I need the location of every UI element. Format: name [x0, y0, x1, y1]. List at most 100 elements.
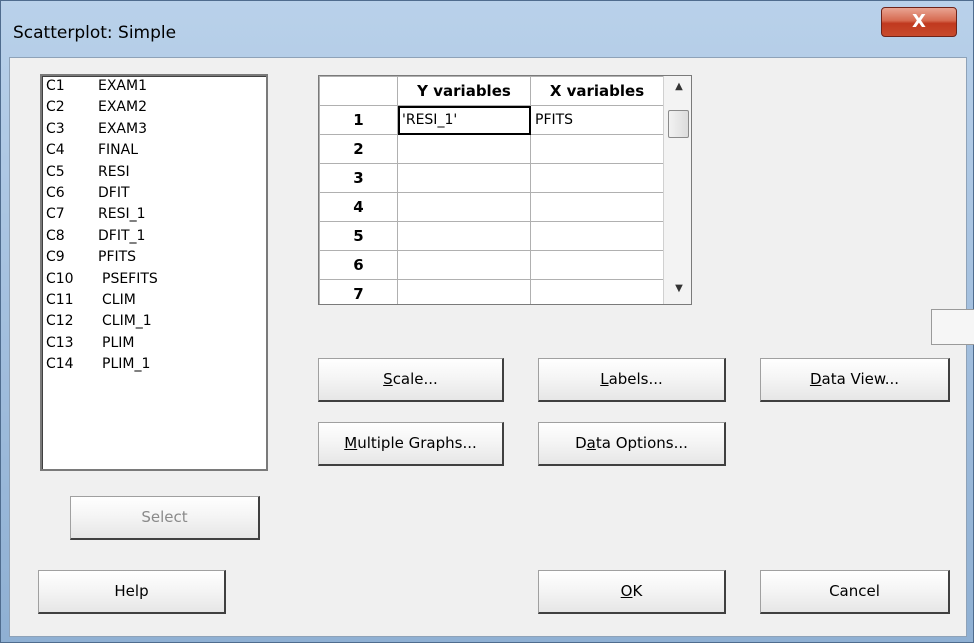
- data-view-label-post: ata View...: [821, 370, 900, 388]
- table-row: 2: [319, 134, 664, 164]
- x-variable-cell[interactable]: [530, 134, 664, 164]
- table-row: 1 'RESI_1' PFITS: [319, 105, 664, 135]
- y-variable-cell[interactable]: [397, 134, 531, 164]
- column-id: C10: [46, 270, 74, 287]
- column-name: RESI: [98, 163, 130, 180]
- background-window-edge: [931, 309, 974, 345]
- column-name: EXAM3: [98, 120, 147, 137]
- ok-label-post: K: [632, 582, 643, 600]
- column-name: PFITS: [98, 249, 137, 266]
- column-id: C8: [46, 227, 65, 244]
- scroll-thumb[interactable]: [668, 110, 689, 138]
- column-id: C4: [46, 142, 65, 159]
- y-variable-cell[interactable]: [397, 192, 531, 222]
- scale-accel-key: S: [383, 370, 393, 388]
- multiple-graphs-label-post: ultiple Graphs...: [357, 434, 477, 452]
- y-variable-cell[interactable]: 'RESI_1': [397, 105, 531, 135]
- title-bar[interactable]: Scatterplot: Simple X: [1, 1, 974, 59]
- y-variable-cell[interactable]: [397, 221, 531, 251]
- variables-grid[interactable]: Y variables X variables 1 'RESI_1' PFITS 2 3…: [318, 75, 692, 305]
- close-button[interactable]: X: [881, 7, 957, 37]
- column-name: RESI_1: [98, 206, 146, 223]
- ok-button[interactable]: OK: [538, 570, 726, 614]
- row-number: 5: [319, 221, 398, 251]
- window-title: Scatterplot: Simple: [13, 23, 177, 43]
- close-icon: X: [912, 11, 926, 32]
- column-id: C1: [46, 78, 65, 94]
- column-id: C6: [46, 184, 65, 201]
- scroll-down-icon[interactable]: ▼: [664, 278, 691, 300]
- x-variable-cell[interactable]: [530, 163, 664, 193]
- data-view-accel-key: D: [809, 370, 822, 388]
- list-item[interactable]: C1 EXAM1: [42, 76, 266, 97]
- row-number: 3: [319, 163, 398, 193]
- y-variable-cell[interactable]: [397, 279, 531, 304]
- x-variables-header: X variables: [530, 76, 664, 106]
- scale-label-post: cale...: [392, 370, 438, 388]
- list-item[interactable]: C8 DFIT_1: [42, 226, 266, 247]
- data-options-label-pre: D: [575, 434, 587, 452]
- column-id: C5: [46, 163, 65, 180]
- x-variable-cell[interactable]: [530, 279, 664, 304]
- scale-button[interactable]: Scale...: [318, 358, 504, 402]
- table-row: 4: [319, 192, 664, 222]
- column-name: PLIM_1: [102, 356, 151, 373]
- column-name: FINAL: [98, 142, 139, 159]
- labels-button[interactable]: Labels...: [538, 358, 726, 402]
- list-item[interactable]: C10 PSEFITS: [42, 269, 266, 290]
- grid-corner-header: [319, 76, 398, 106]
- data-options-accel-key: a: [586, 434, 596, 452]
- multiple-graphs-accel-key: M: [344, 434, 358, 452]
- scroll-up-icon[interactable]: ▲: [664, 76, 691, 98]
- table-row: 6: [319, 250, 664, 280]
- list-item[interactable]: C5 RESI: [42, 162, 266, 183]
- column-id: C13: [46, 334, 74, 351]
- list-item[interactable]: C7 RESI_1: [42, 204, 266, 225]
- data-options-label-post: ta Options...: [595, 434, 688, 452]
- table-row: 3: [319, 163, 664, 193]
- scatterplot-dialog: Scatterplot: Simple X C1 EXAM1 C2 EXAM2 C3 EX…: [0, 0, 974, 643]
- dialog-body: C1 EXAM1 C2 EXAM2 C3 EXAM3 C4 FINAL C5 RESI C6 DFIT…: [9, 57, 967, 637]
- column-name: CLIM_1: [102, 313, 152, 330]
- column-id: C9: [46, 249, 65, 266]
- column-id: C11: [46, 291, 74, 308]
- table-row: 5: [319, 221, 664, 251]
- list-item[interactable]: C4 FINAL: [42, 140, 266, 161]
- column-name: DFIT: [98, 184, 130, 201]
- labels-label-post: abels...: [608, 370, 663, 388]
- row-number: 6: [319, 250, 398, 280]
- x-variable-cell[interactable]: [530, 221, 664, 251]
- list-item[interactable]: C12 CLIM_1: [42, 311, 266, 332]
- columns-listbox[interactable]: C1 EXAM1 C2 EXAM2 C3 EXAM3 C4 FINAL C5 RESI C6 DFIT…: [40, 74, 268, 471]
- y-variable-cell[interactable]: [397, 250, 531, 280]
- ok-accel-key: O: [620, 582, 633, 600]
- list-item[interactable]: C14 PLIM_1: [42, 354, 266, 375]
- help-button[interactable]: Help: [38, 570, 226, 614]
- multiple-graphs-button[interactable]: Multiple Graphs...: [318, 422, 504, 466]
- data-options-button[interactable]: Data Options...: [538, 422, 726, 466]
- column-name: EXAM2: [98, 99, 147, 116]
- column-id: C12: [46, 313, 74, 330]
- x-variable-cell[interactable]: [530, 192, 664, 222]
- grid-vertical-scrollbar[interactable]: ▲ ▼: [663, 76, 691, 304]
- x-variable-cell[interactable]: PFITS: [530, 105, 664, 135]
- list-item[interactable]: C6 DFIT: [42, 183, 266, 204]
- column-name: CLIM: [102, 291, 136, 308]
- column-name: DFIT_1: [98, 227, 146, 244]
- list-item[interactable]: C13 PLIM: [42, 333, 266, 354]
- data-view-button[interactable]: Data View...: [760, 358, 950, 402]
- x-variable-cell[interactable]: [530, 250, 664, 280]
- select-button[interactable]: Select: [70, 496, 260, 540]
- table-row: 7: [319, 279, 664, 304]
- y-variables-header: Y variables: [397, 76, 531, 106]
- column-name: PLIM: [102, 334, 135, 351]
- list-item[interactable]: C2 EXAM2: [42, 97, 266, 118]
- list-item[interactable]: C9 PFITS: [42, 247, 266, 268]
- y-variable-cell[interactable]: [397, 163, 531, 193]
- list-item[interactable]: C11 CLIM: [42, 290, 266, 311]
- row-number: 4: [319, 192, 398, 222]
- row-number: 2: [319, 134, 398, 164]
- list-item[interactable]: C3 EXAM3: [42, 119, 266, 140]
- cancel-button[interactable]: Cancel: [760, 570, 950, 614]
- row-number: 7: [319, 279, 398, 304]
